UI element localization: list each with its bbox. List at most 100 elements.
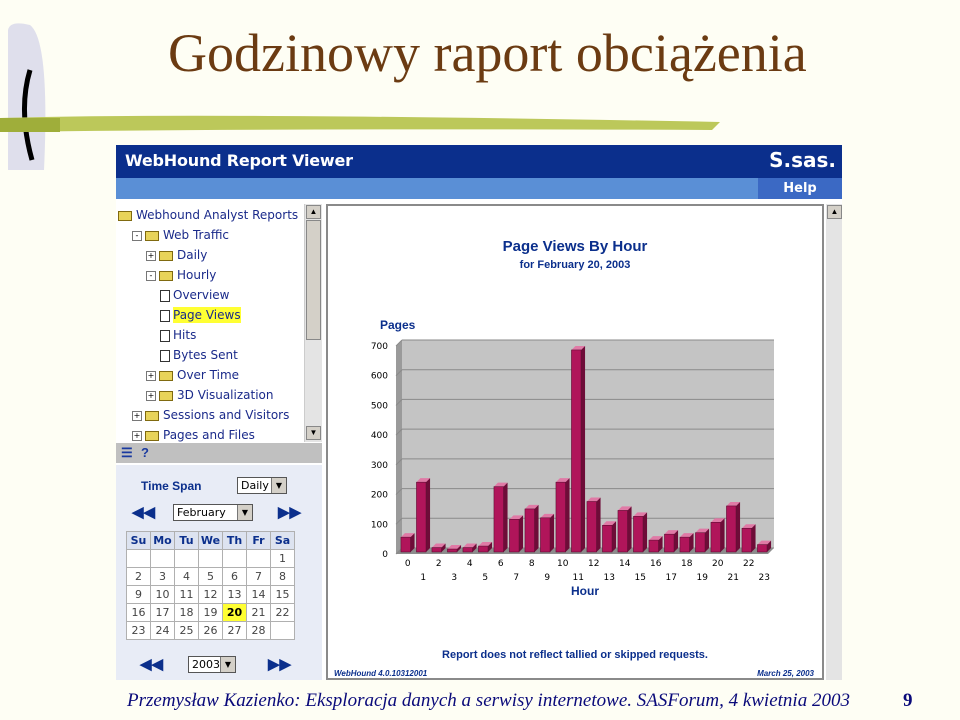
calendar-day[interactable]: 22 (270, 603, 295, 622)
folder-icon (145, 430, 159, 441)
expand-icon[interactable]: + (132, 410, 142, 421)
help-icon[interactable]: ? (141, 445, 149, 460)
bar-side (550, 513, 555, 552)
calendar-day[interactable]: 15 (270, 585, 295, 604)
weekday-header: Tu (174, 531, 199, 550)
bar (695, 532, 706, 553)
calendar-day[interactable]: 16 (126, 603, 151, 622)
calendar-empty-cell (246, 549, 271, 568)
collapse-icon[interactable]: - (132, 230, 142, 241)
calendar-day[interactable]: 20 (222, 603, 247, 622)
calendar-day[interactable]: 14 (246, 585, 271, 604)
tree-item-daily[interactable]: + Daily (146, 247, 207, 263)
calendar-day[interactable]: 13 (222, 585, 247, 604)
bar (664, 533, 675, 553)
x-tick-label: 2 (436, 559, 442, 569)
collapse-icon[interactable]: - (146, 270, 156, 281)
scroll-up-icon[interactable]: ▲ (306, 205, 321, 219)
expand-icon[interactable]: + (146, 390, 156, 401)
bar-side (643, 512, 648, 552)
next-month-icon[interactable]: ▶▶ (278, 503, 301, 521)
x-tick-label: 7 (513, 573, 519, 583)
calendar-day[interactable]: 1 (270, 549, 295, 568)
tree-item-over-time[interactable]: + Over Time (146, 367, 239, 383)
tree-item-web-traffic[interactable]: - Web Traffic (132, 227, 229, 243)
scroll-thumb[interactable] (306, 220, 321, 340)
tree-item-webhound-analyst-reports[interactable]: Webhound Analyst Reports (118, 207, 298, 223)
folder-icon (159, 250, 173, 261)
tree-item-overview[interactable]: Overview (160, 287, 230, 303)
calendar-day[interactable]: 9 (126, 585, 151, 604)
next-year-icon[interactable]: ▶▶ (268, 655, 291, 673)
tree-item-sessions-and-visitors[interactable]: + Sessions and Visitors (132, 407, 289, 423)
x-tick-label: 1 (420, 573, 426, 583)
calendar-day[interactable]: 26 (198, 621, 223, 640)
list-icon[interactable]: ☰ (121, 445, 133, 461)
tree-item-label: Webhound Analyst Reports (136, 208, 299, 222)
year-select[interactable]: 2003 ▼ (188, 656, 236, 673)
x-tick-label: 20 (712, 559, 724, 569)
bar (447, 548, 458, 553)
x-tick-label: 8 (529, 559, 535, 569)
bar (741, 527, 752, 553)
calendar-day[interactable]: 17 (150, 603, 175, 622)
tree-item-label: Bytes Sent (173, 348, 238, 362)
chevron-down-icon[interactable]: ▼ (237, 505, 252, 520)
calendar-day[interactable]: 4 (174, 567, 199, 586)
scroll-up-icon[interactable]: ▲ (827, 205, 842, 219)
calendar-day[interactable]: 10 (150, 585, 175, 604)
prev-month-icon[interactable]: ◀◀ (132, 503, 155, 521)
time-span-select[interactable]: Daily ▼ (237, 477, 287, 494)
chevron-down-icon[interactable]: ▼ (220, 657, 235, 672)
x-tick-label: 10 (557, 559, 569, 569)
calendar-day[interactable]: 23 (126, 621, 151, 640)
bar (633, 516, 644, 553)
slide-footer: Przemysław Kazienko: Eksploracja danych … (127, 690, 850, 711)
month-select[interactable]: February ▼ (173, 504, 253, 521)
calendar-day[interactable]: 18 (174, 603, 199, 622)
time-span-label: Time Span (141, 479, 202, 493)
tree-item-label: Over Time (177, 368, 240, 382)
tree-item-page-views[interactable]: Page Views (160, 307, 241, 323)
calendar-day[interactable]: 21 (246, 603, 271, 622)
webhound-window: WebHound Report Viewer S.sas. Help Webho… (116, 145, 842, 680)
prev-year-icon[interactable]: ◀◀ (140, 655, 163, 673)
tree-scrollbar[interactable]: ▲ ▼ (304, 204, 322, 442)
tree-item-label: Overview (173, 288, 230, 302)
chevron-down-icon[interactable]: ▼ (271, 478, 286, 493)
calendar-day[interactable]: 7 (246, 567, 271, 586)
x-axis-label: Hour (571, 584, 599, 598)
expand-icon[interactable]: + (132, 430, 142, 441)
expand-icon[interactable]: + (146, 250, 156, 261)
tree-item-pages-and-files[interactable]: + Pages and Files (132, 427, 255, 443)
calendar-day[interactable]: 8 (270, 567, 295, 586)
calendar-day[interactable]: 24 (150, 621, 175, 640)
y-tick-label: 400 (371, 431, 388, 441)
calendar-day[interactable]: 11 (174, 585, 199, 604)
tree-item-hits[interactable]: Hits (160, 327, 196, 343)
report-note: Report does not reflect tallied or skipp… (442, 649, 708, 661)
bar-side (519, 515, 524, 552)
calendar-day[interactable]: 28 (246, 621, 271, 640)
calendar-day[interactable]: 6 (222, 567, 247, 586)
version-text: WebHound 4.0.10312001 (334, 669, 428, 678)
calendar-day[interactable]: 27 (222, 621, 247, 640)
tree-item-bytes-sent[interactable]: Bytes Sent (160, 347, 238, 363)
report-scrollbar[interactable]: ▲ (826, 204, 842, 680)
document-icon (160, 289, 170, 302)
calendar-day[interactable]: 12 (198, 585, 223, 604)
bar (478, 545, 489, 553)
calendar-day[interactable]: 5 (198, 567, 223, 586)
calendar-day[interactable]: 2 (126, 567, 151, 586)
calendar-day[interactable]: 19 (198, 603, 223, 622)
scroll-down-icon[interactable]: ▼ (306, 426, 321, 440)
help-strip: Help (116, 178, 842, 199)
expand-icon[interactable]: + (146, 370, 156, 381)
help-button[interactable]: Help (758, 178, 842, 199)
tree-item-3d-visualization[interactable]: +3D Visualization (146, 387, 274, 403)
calendar-empty-cell (198, 549, 223, 568)
bar (540, 517, 551, 553)
calendar-day[interactable]: 3 (150, 567, 175, 586)
tree-item-hourly[interactable]: - Hourly (146, 267, 216, 283)
calendar-day[interactable]: 25 (174, 621, 199, 640)
